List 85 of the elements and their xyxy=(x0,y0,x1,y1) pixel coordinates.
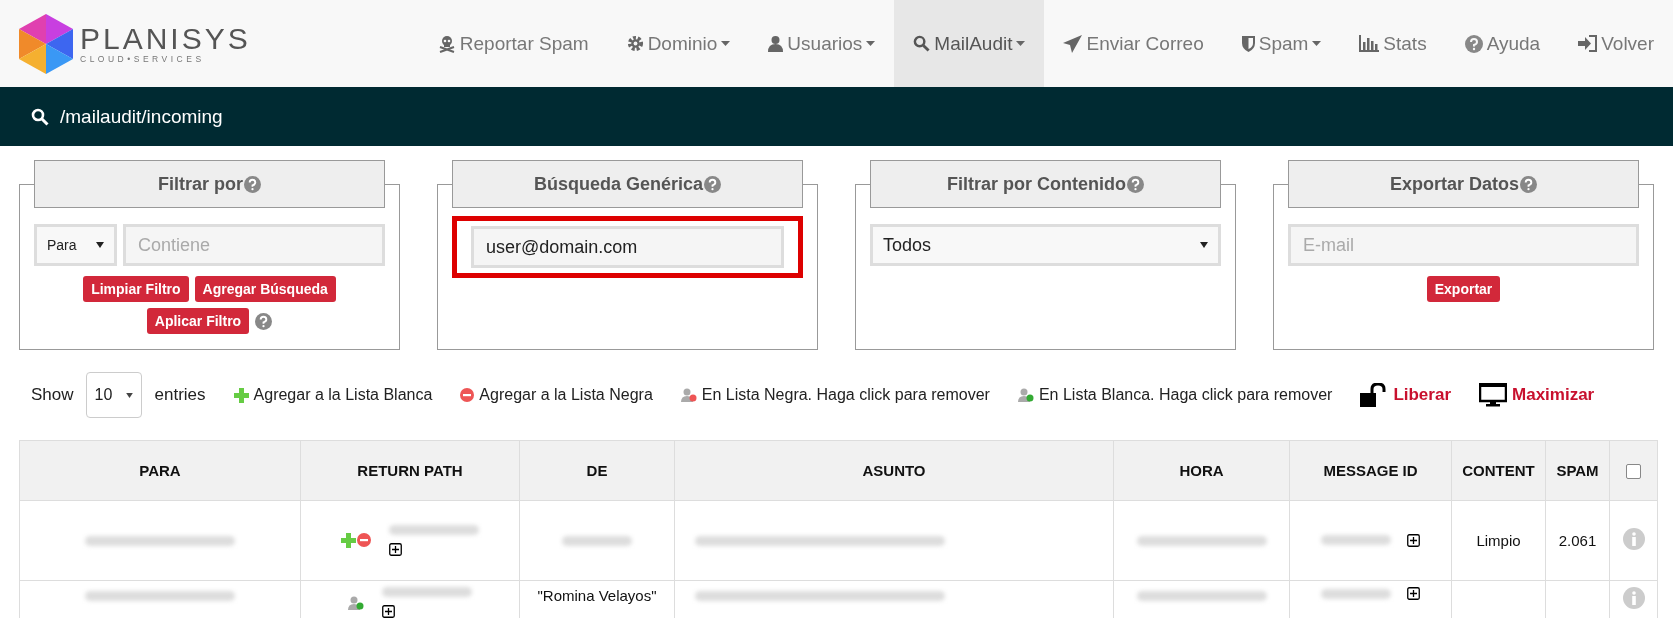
column-header: RETURN PATH xyxy=(300,440,520,501)
email-field[interactable]: E-mail xyxy=(1288,224,1639,266)
caret-icon xyxy=(1016,41,1026,46)
help-icon xyxy=(704,175,722,193)
panel-title-text: Búsqueda Genérica xyxy=(533,173,704,195)
caret-icon xyxy=(125,392,133,398)
minus-circle-icon xyxy=(460,388,475,402)
unlocked-padlock-icon xyxy=(1360,383,1389,407)
brand-tagline: CLOUD•SERVICES xyxy=(80,53,206,64)
content-status-text: Limpio xyxy=(1476,531,1521,549)
caret-icon xyxy=(96,242,104,248)
user-check-icon[interactable] xyxy=(348,594,364,611)
help-icon xyxy=(244,175,261,193)
panel-title-text: Filtrar por xyxy=(158,173,243,195)
monitor-icon xyxy=(1479,383,1507,407)
plus-square-icon[interactable] xyxy=(1407,587,1420,600)
legend-label: En Lista Negra. Haga click para remover xyxy=(701,386,990,404)
contains-field[interactable]: Contiene xyxy=(123,224,385,266)
select-all-checkbox[interactable] xyxy=(1626,464,1641,480)
legend-label: Agregar a la Lista Negra xyxy=(479,386,653,404)
nav-item[interactable]: Stats xyxy=(1340,0,1446,87)
redacted-text xyxy=(1321,588,1391,599)
nav-item[interactable]: Usuarios xyxy=(749,0,895,87)
sender-text: "Romina Velayos" xyxy=(537,587,657,604)
plus-icon xyxy=(233,387,249,403)
hexagon-logo-icon xyxy=(18,12,74,75)
column-header: DE xyxy=(519,440,675,501)
legend-label[interactable]: Liberar xyxy=(1393,385,1451,405)
nav-item[interactable]: MailAudit xyxy=(894,0,1045,87)
nav-item[interactable]: Spam xyxy=(1222,0,1341,87)
caret-icon xyxy=(1312,41,1322,46)
panel-title-text: Exportar Datos xyxy=(1389,173,1519,195)
nav-item[interactable]: Volver xyxy=(1559,0,1673,87)
column-header: CONTENT xyxy=(1451,440,1546,501)
filter-button[interactable]: Limpiar Filtro xyxy=(83,276,189,302)
legend-label: En Lista Blanca. Haga click para remover xyxy=(1038,386,1333,404)
help-icon xyxy=(1464,34,1483,53)
search-icon xyxy=(31,107,49,126)
user-minus-icon xyxy=(680,387,697,403)
user-check-icon xyxy=(1017,387,1034,403)
entries-label: entries xyxy=(154,385,206,405)
legend-label: Agregar a la Lista Blanca xyxy=(253,386,433,404)
filter-button[interactable]: Agregar Búsqueda xyxy=(194,276,336,302)
plus-icon[interactable] xyxy=(341,532,356,548)
show-label: Show xyxy=(31,385,74,405)
redacted-text xyxy=(562,535,632,546)
help-icon xyxy=(1127,175,1144,193)
nav-item[interactable]: Ayuda xyxy=(1445,0,1560,87)
field-select[interactable]: Para xyxy=(34,224,117,266)
filter-button[interactable]: Aplicar Filtro xyxy=(146,308,250,334)
panel-title-text: Filtrar por Contenido xyxy=(947,173,1126,195)
user-icon xyxy=(768,35,784,52)
nav-item[interactable]: Enviar Correo xyxy=(1044,0,1223,87)
column-header: SPAM xyxy=(1545,440,1610,501)
column-header: ASUNTO xyxy=(674,440,1114,501)
column-header: PARA xyxy=(19,440,301,501)
column-header: MESSAGE ID xyxy=(1289,440,1452,501)
search-field[interactable]: user@domain.com xyxy=(471,226,784,268)
minus-circle-icon[interactable] xyxy=(357,532,371,547)
plus-square-icon[interactable] xyxy=(382,605,395,618)
caret-icon xyxy=(721,41,731,46)
gear-icon xyxy=(626,35,644,52)
column-header: HORA xyxy=(1113,440,1290,501)
bar-chart-icon xyxy=(1359,35,1380,52)
sign-in-icon xyxy=(1578,35,1598,52)
caret-icon xyxy=(866,41,876,46)
nav-item[interactable]: Dominio xyxy=(607,0,750,87)
legend-label[interactable]: Maximizar xyxy=(1512,385,1595,405)
plus-square-icon[interactable] xyxy=(1407,533,1420,547)
paper-plane-icon xyxy=(1063,34,1083,53)
content-select[interactable]: Todos xyxy=(870,224,1221,266)
help-icon xyxy=(1520,175,1537,193)
search-icon xyxy=(913,35,931,52)
plus-square-icon[interactable] xyxy=(389,542,402,556)
nav-item[interactable]: Reportar Spam xyxy=(418,0,608,87)
skull-icon xyxy=(437,34,456,53)
path-text: /mailaudit/incoming xyxy=(60,105,223,128)
spam-score-text: 2.061 xyxy=(1558,531,1597,549)
shield-icon xyxy=(1241,35,1255,52)
brand-name: PLANISYS xyxy=(80,23,251,54)
caret-icon xyxy=(1200,242,1208,248)
help-icon xyxy=(255,312,273,330)
entries-select[interactable]: 10 xyxy=(85,372,142,418)
export-button[interactable]: Exportar xyxy=(1426,276,1501,302)
redacted-text xyxy=(1321,535,1391,545)
